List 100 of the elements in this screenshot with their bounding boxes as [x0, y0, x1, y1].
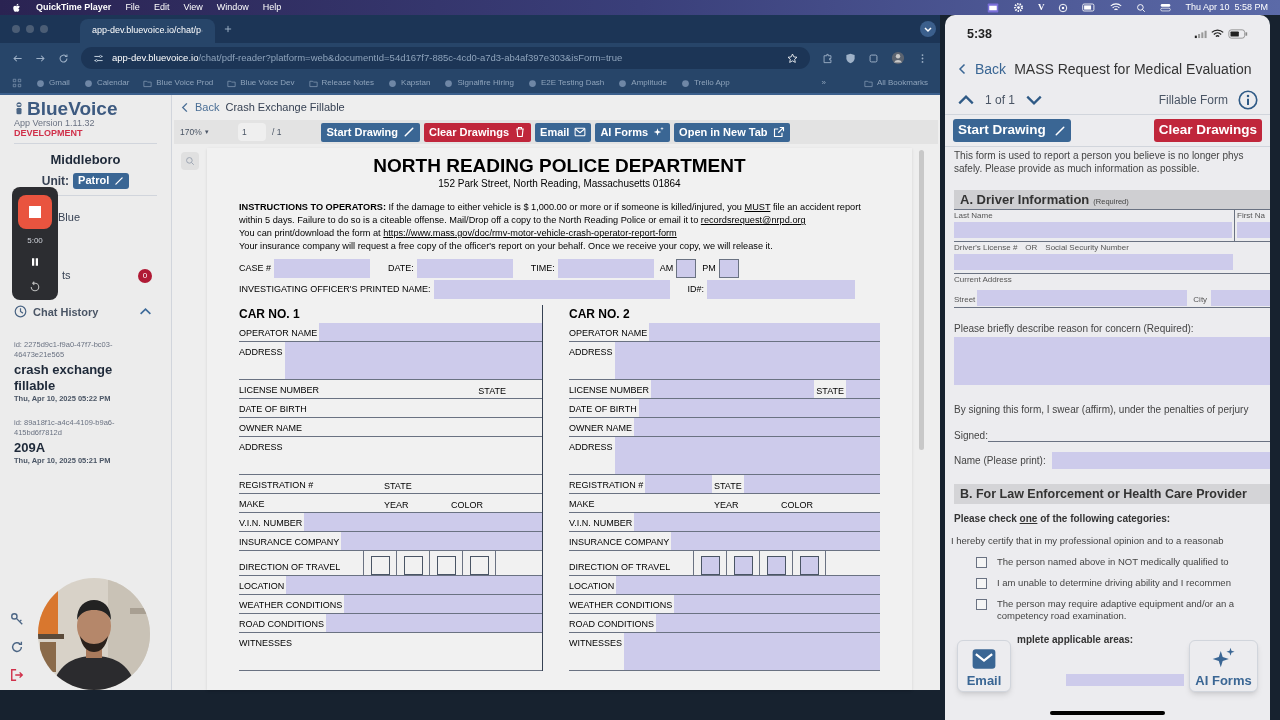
intro-text: This form is used to report a person you believe is no longer phys safely. Please provide as much information as possible. [954, 149, 1245, 175]
instruction-text: Your insurance company will request a free copy of the officer's report on your behalf. Once we receive your copy, we will release it. [239, 240, 774, 253]
field-label: Name (Please print): [954, 454, 1047, 467]
bookmark[interactable]: Release Notes [308, 77, 375, 89]
bookmark[interactable]: Amplitude [618, 77, 667, 89]
field-label: ID#: [687, 282, 705, 296]
draw-button[interactable]: Start Drawing [321, 122, 420, 142]
field-label: DATE: [388, 261, 414, 275]
menu-item-label[interactable]: Blue [58, 209, 81, 226]
page-number-field[interactable]: 1 [238, 123, 266, 141]
field-label: Current Address [954, 274, 1013, 286]
link[interactable]: https://www.mass.gov/doc/rmv-motor-vehicle-crash-operator-report-form [383, 228, 677, 238]
menu-item-label[interactable]: ts [62, 267, 71, 284]
browser-tab[interactable]: app-dev.bluevoice.io/chat/p [80, 19, 215, 43]
option-text: I am unable to determine driving ability and I recommen [997, 577, 1231, 589]
chat-title[interactable]: crash exchange fillable [14, 362, 157, 394]
bookmark[interactable]: Kapstan [388, 77, 431, 89]
recording-time: 5:00 [27, 235, 43, 247]
certify-text: I hereby certify that in my professional opinion and to a reasonab [951, 534, 1225, 547]
menu-item[interactable]: Window [216, 0, 249, 15]
address-bar[interactable]: app-dev.bluevoice.io/chat/pdf-reader?platform=web&documentId=54d167f7-885c-4cd0-a7d3-ab4af397e303&isForm=true [81, 47, 810, 69]
field-label: OWNER NAME [239, 418, 304, 437]
bookmark[interactable]: Blue Voice Prod [143, 77, 214, 89]
field-label: ADDRESS [569, 437, 615, 475]
field-label: Driver's License # [954, 242, 1018, 254]
bookmark[interactable]: Blue Voice Dev [227, 77, 295, 89]
field-label: CASE # [239, 261, 271, 275]
field-label: AM [659, 261, 674, 275]
field-label: ADDRESS [239, 437, 285, 475]
email-button[interactable]: Email [535, 122, 592, 142]
menu-item[interactable]: Help [262, 0, 282, 15]
bookmark[interactable]: Trello App [680, 77, 730, 89]
option-text: The person may require adaptive equipment and/or an a competency road examination. [997, 598, 1235, 622]
more-bookmarks-button[interactable]: » [821, 77, 826, 89]
field-label: LICENSE NUMBER [239, 380, 321, 399]
email-button[interactable]: Email [957, 640, 1011, 692]
back-link[interactable]: Back [957, 58, 1007, 80]
menu-item[interactable]: View [183, 0, 203, 15]
field-label: Last Name [954, 210, 994, 222]
field-label: mplete applicable areas: [1017, 633, 1135, 646]
back-link[interactable]: Back [180, 99, 220, 116]
page-count: / 1 [272, 125, 282, 139]
start-drawing-button[interactable]: Start Drawing [953, 119, 1071, 142]
screen-title: MASS Request for Medical Evaluation [1014, 59, 1252, 79]
field-label: ADDRESS [569, 342, 615, 380]
department-name: Middleboro [49, 151, 122, 169]
oath-text: By signing this form, I swear (affirm), under the penalties of perjury [954, 403, 1250, 416]
brand-name: BlueVoice [27, 99, 118, 118]
form-address: 152 Park Street, North Reading, Massachusetts 01864 [437, 178, 682, 190]
tab-title: app-dev.bluevoice.io/chat/p [92, 24, 201, 38]
bookmark[interactable]: E2E Testing Dash [527, 77, 605, 89]
link[interactable]: recordsrequest@nrpd.org [700, 215, 806, 225]
url-text: app-dev.bluevoice.io/chat/pdf-reader?platform=web&documentId=54d167f7-885c-4cd0-a7d3-ab4af397e303&isForm=true [112, 50, 623, 65]
field-label: Signed: [954, 429, 988, 442]
status-icon-letter[interactable]: V [1037, 0, 1045, 15]
field-label: TIME: [530, 261, 555, 275]
bookmark[interactable]: Signalfire Hiring [444, 77, 514, 89]
page-indicator: 1 of 1 [985, 91, 1016, 109]
ai-button[interactable]: AI Forms [595, 122, 671, 142]
field-label: STATE [382, 475, 414, 494]
unit-label: Unit: [41, 172, 70, 190]
field-label: DATE OF BIRTH [569, 399, 639, 418]
document-title: Crash Exchange Fillable [225, 100, 345, 116]
bookmark[interactable]: Calendar [83, 77, 130, 89]
chat-history-header[interactable]: Chat History [33, 303, 99, 320]
form-type-label: Fillable Form [1158, 91, 1228, 109]
section-heading: CAR NO. 1 [239, 306, 301, 323]
menu-item[interactable]: File [125, 0, 140, 15]
field-label: DIRECTION OF TRAVEL [569, 561, 672, 574]
count-badge: 0 [138, 268, 152, 283]
field-label: ADDRESS [239, 342, 285, 380]
field-label: OR [1025, 242, 1038, 254]
instruction-text: Please check one of the following categories: [954, 512, 1172, 525]
field-label: INVESTIGATING OFFICER'S PRINTED NAME: [239, 282, 431, 296]
field-label: City [1192, 294, 1209, 306]
bookmark[interactable]: All Bookmarks [863, 77, 928, 89]
option-text: The person named above in NOT medically qualified to [997, 556, 1229, 568]
chat-title[interactable]: 209A [14, 440, 157, 456]
field-label: STATE [712, 475, 744, 494]
app-menu[interactable]: QuickTime Player [36, 0, 112, 15]
status-time: 5:38 [967, 25, 993, 43]
bookmark[interactable]: Gmail [36, 77, 70, 89]
field-label: STATE [476, 380, 508, 399]
field-label: Street [954, 294, 977, 306]
field-label: MAKE [239, 494, 267, 513]
instruction-text: You can print/download the form at https://www.mass.gov/doc/rmv-motor-vehicle-crash-operator-report-form [239, 227, 678, 240]
open-button[interactable]: Open in New Tab [674, 122, 790, 142]
field-label: First Na [1237, 210, 1266, 222]
clear-drawings-button[interactable]: Clear Drawings [1153, 119, 1262, 142]
field-label: Please briefly describe reason for concern (Required): [954, 322, 1195, 335]
ai-forms-button[interactable]: AI Forms [1189, 640, 1258, 692]
clear-button[interactable]: Clear Drawings [423, 122, 532, 142]
menubar-clock[interactable]: Thu Apr 10 5:58 PM [1185, 0, 1268, 15]
unit-button[interactable]: Patrol [73, 172, 130, 189]
field-label: MAKE [569, 494, 597, 513]
menu-item[interactable]: Edit [153, 0, 170, 15]
field-label: DATE OF BIRTH [239, 399, 309, 418]
app-version: App Version 1.11.32 [14, 118, 96, 128]
field-label: WITNESSES [239, 633, 294, 671]
environment-label: DEVELOPMENT [14, 128, 84, 139]
